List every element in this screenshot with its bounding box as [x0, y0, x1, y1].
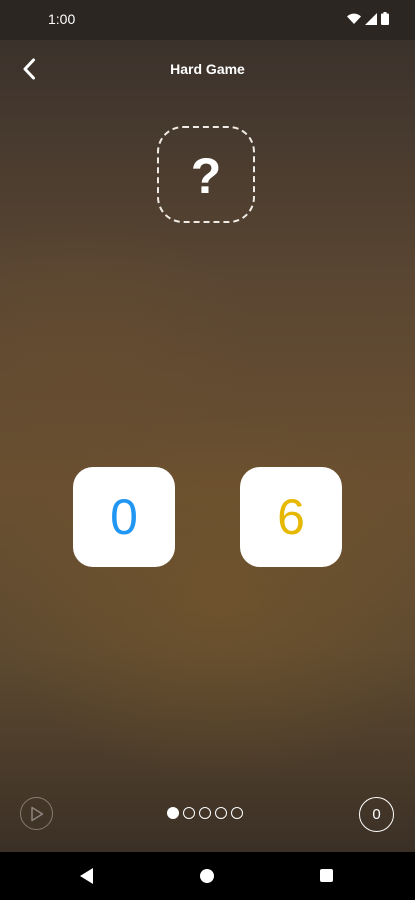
status-bar: 1:00: [0, 0, 415, 40]
recents-square-icon[interactable]: [320, 869, 333, 882]
signal-icon: [365, 13, 377, 25]
battery-icon: [381, 12, 389, 25]
number-card-right[interactable]: 6: [240, 467, 342, 567]
play-button[interactable]: [20, 797, 53, 830]
score-value: 0: [372, 806, 381, 823]
status-icons: [347, 12, 389, 25]
card-value-left: 0: [110, 489, 138, 545]
page-dot: [183, 807, 195, 819]
page-indicator: [167, 807, 243, 819]
score-badge[interactable]: 0: [359, 797, 394, 832]
page-title: Hard Game: [170, 61, 245, 77]
question-mark: ?: [190, 147, 222, 204]
game-area: Hard Game ? 0 6 0: [0, 40, 415, 852]
page-dot: [231, 807, 243, 819]
app-screen: 1:00 Hard Game ? 0 6 0: [0, 0, 415, 900]
status-time: 1:00: [48, 11, 76, 27]
page-dot: [167, 807, 179, 819]
page-dot: [215, 807, 227, 819]
play-icon: [30, 806, 43, 821]
number-card-left[interactable]: 0: [73, 467, 175, 567]
answer-slot: ?: [157, 126, 255, 223]
page-dot: [199, 807, 211, 819]
wifi-icon: [347, 13, 361, 24]
back-triangle-icon[interactable]: [80, 868, 93, 884]
system-nav-bar: [0, 852, 415, 900]
home-circle-icon[interactable]: [200, 869, 214, 883]
card-value-right: 6: [277, 489, 305, 545]
